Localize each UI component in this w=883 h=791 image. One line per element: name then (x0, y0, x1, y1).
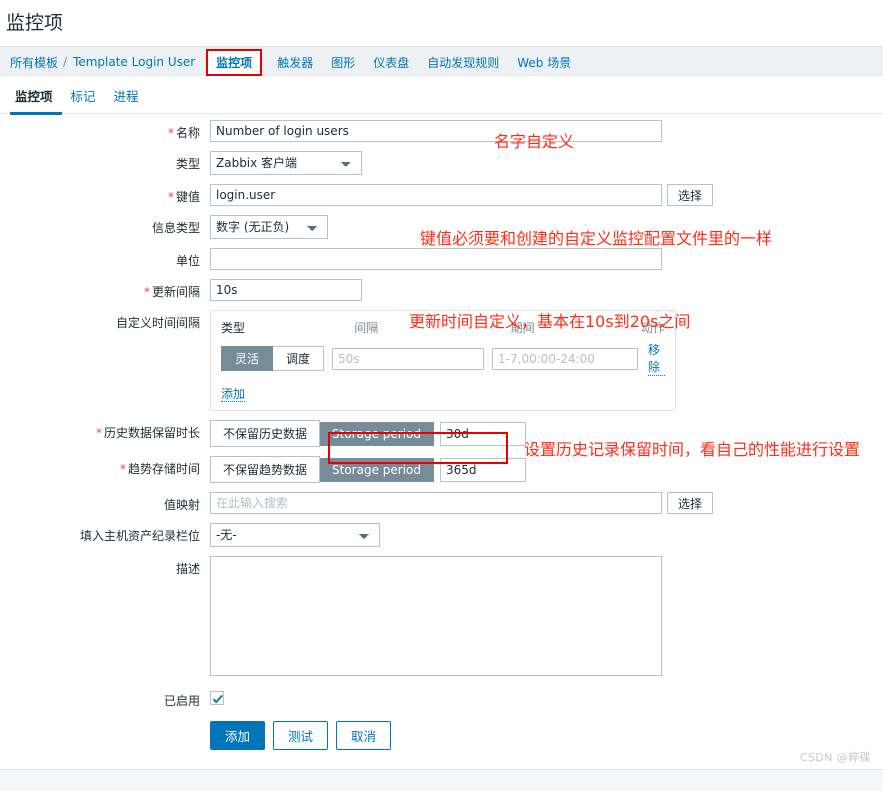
nav-item-triggers[interactable]: 触发器 (268, 54, 322, 71)
tab-tags[interactable]: 标记 (62, 84, 105, 112)
tab-item[interactable]: 监控项 (10, 84, 62, 115)
field-row-type: 类型 Zabbix 客户端 (0, 151, 883, 175)
label-history: * 历史数据保留时长 (95, 426, 200, 440)
field-row-description: 描述 (0, 556, 883, 679)
nav-item-dashboards[interactable]: 仪表盘 (364, 54, 418, 71)
inventory-field-select[interactable]: -无- (210, 523, 380, 547)
trends-period-input[interactable] (440, 457, 527, 482)
field-row-value-map: 值映射 选择 (0, 492, 883, 514)
label-trends: * 趋势存储时间 (119, 462, 200, 476)
description-textarea[interactable] (210, 556, 662, 676)
trends-storage-control: 不保留趋势数据 Storage period (210, 456, 527, 483)
field-row-units: 单位 (0, 248, 883, 270)
nav-item-items-highlight: 监控项 (206, 48, 263, 76)
breadcrumb-all-templates[interactable]: 所有模板 (10, 54, 63, 71)
breadcrumb: 所有模板 / Template Login User 监控项 触发器 图形 仪表… (0, 47, 883, 77)
value-map-select-button[interactable]: 选择 (667, 492, 714, 514)
info-type-select[interactable]: 数字 (无正负) (210, 215, 328, 239)
annotation-key: 键值必须要和创建的自定义监控配置文件里的一样 (420, 229, 773, 248)
field-row-inventory: 填入主机资产纪录栏位 -无- (0, 523, 883, 547)
history-toggle-donotkeep[interactable]: 不保留历史数据 (210, 420, 321, 447)
required-asterisk: * (167, 190, 174, 204)
custom-interval-input[interactable] (332, 347, 485, 370)
field-row-key: *键值 选择 (0, 184, 883, 206)
field-row-delay: * 更新间隔 (0, 279, 883, 301)
nav-item-items[interactable]: 监控项 (216, 56, 252, 70)
label-inventory-field: 填入主机资产纪录栏位 (79, 529, 200, 543)
nav-item-graphs[interactable]: 图形 (322, 54, 364, 71)
toggle-scheduling[interactable]: 调度 (273, 346, 325, 371)
breadcrumb-navbar: 所有模板 / Template Login User 监控项 触发器 图形 仪表… (0, 46, 883, 76)
required-asterisk: * (95, 426, 102, 440)
breadcrumb-separator: / (63, 55, 68, 69)
annotation-history: 设置历史记录保留时间，看自己的性能进行设置 (524, 440, 861, 459)
custom-interval-row: 灵活 调度 移除 (221, 341, 665, 376)
field-row-trends: * 趋势存储时间 不保留趋势数据 Storage period (0, 456, 883, 483)
history-toggle-storage-period[interactable]: Storage period (320, 421, 435, 446)
trends-toggle-storage-period[interactable]: Storage period (320, 457, 435, 482)
check-icon (212, 694, 223, 704)
label-key: * 键值 (167, 190, 200, 204)
add-button[interactable]: 添加 (210, 721, 266, 750)
label-type: 类型 (175, 157, 200, 171)
nav-item-web-scenarios[interactable]: Web 场景 (508, 54, 580, 71)
key-select-button[interactable]: 选择 (667, 184, 714, 206)
label-actions-spacer (0, 721, 210, 725)
col-header-type: 类型 (221, 321, 246, 335)
required-asterisk: * (119, 462, 126, 476)
delay-input[interactable] (210, 279, 362, 301)
footer-bar (0, 769, 883, 791)
name-input[interactable] (210, 120, 662, 142)
label-units: 单位 (175, 254, 200, 268)
custom-period-input[interactable] (492, 347, 639, 370)
label-custom-intervals: 自定义时间间隔 (115, 316, 200, 330)
required-asterisk: * (167, 126, 174, 140)
type-select[interactable]: Zabbix 客户端 (210, 151, 362, 175)
label-value-map: 值映射 (163, 498, 200, 512)
toggle-flexible[interactable]: 灵活 (221, 346, 274, 371)
annotation-name: 名字自定义 (494, 132, 575, 151)
watermark: CSDN @粹碟 (799, 751, 871, 764)
required-asterisk: * (143, 285, 150, 299)
field-row-actions: 添加 测试 取消 (0, 721, 883, 750)
item-config-page: 监控项 所有模板 / Template Login User 监控项 触发器 图… (0, 0, 883, 791)
form-tabs: 监控项 标记 进程 (0, 84, 883, 115)
value-map-input[interactable] (210, 492, 662, 514)
key-input[interactable] (210, 184, 662, 206)
cancel-button[interactable]: 取消 (336, 721, 392, 750)
page-title: 监控项 (6, 12, 64, 34)
interval-type-toggle: 灵活 调度 (221, 346, 325, 371)
label-delay: * 更新间隔 (143, 285, 200, 299)
field-row-name: * 名称 (0, 120, 883, 142)
enabled-checkbox[interactable] (210, 691, 224, 705)
label-enabled: 已启用 (163, 694, 200, 708)
label-name: * 名称 (167, 126, 200, 140)
breadcrumb-template-name[interactable]: Template Login User (73, 55, 204, 69)
test-button[interactable]: 测试 (273, 721, 329, 750)
label-info-type: 信息类型 (151, 221, 200, 235)
field-row-enabled: 已启用 (0, 688, 883, 709)
units-input[interactable] (210, 248, 662, 270)
annotation-delay: 更新时间自定义，基本在10s到20s之间 (409, 312, 691, 331)
nav-item-discovery-rules[interactable]: 自动发现规则 (418, 54, 508, 71)
trends-toggle-donotkeep[interactable]: 不保留趋势数据 (210, 456, 321, 483)
label-description: 描述 (175, 562, 200, 576)
tab-preprocessing[interactable]: 进程 (105, 84, 148, 112)
add-interval-link[interactable]: 添加 (221, 387, 246, 402)
history-storage-control: 不保留历史数据 Storage period (210, 420, 527, 447)
history-period-input[interactable] (440, 421, 527, 446)
remove-interval-link[interactable]: 移除 (648, 341, 665, 376)
